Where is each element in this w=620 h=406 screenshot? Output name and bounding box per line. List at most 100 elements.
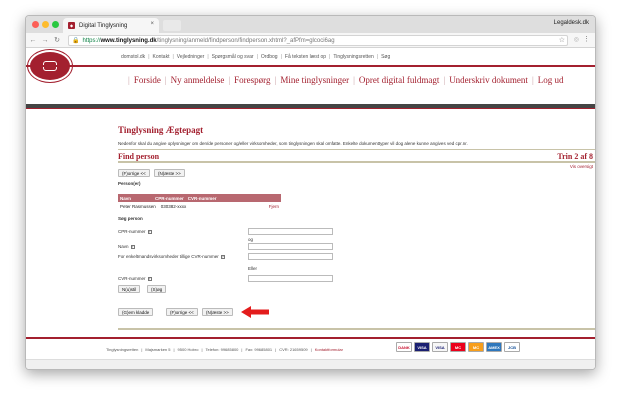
dankort-icon: DANK — [396, 342, 412, 352]
payment-cards: DANK VISA VISA MC MC AMEX JCB — [396, 342, 520, 352]
persons-heading: Person(er) — [118, 181, 141, 186]
info-icon[interactable]: ? — [147, 230, 152, 234]
favicon-icon: ◆ — [68, 22, 75, 29]
nav-divider-red — [26, 108, 595, 109]
header-divider — [26, 65, 595, 67]
cvr-label: CVR-nummer? — [118, 276, 152, 281]
footer-phone: Telefon: 99685800 — [205, 347, 239, 352]
company-cvr-input[interactable] — [248, 253, 333, 260]
persons-table-header: Navn CPR-nummer CVR-nummer — [118, 194, 281, 202]
toplink-read-aloud[interactable]: Få teksten læst op — [285, 54, 326, 60]
url-host: www.tinglysning.dk — [100, 37, 157, 44]
footer-cvr: CVR: 21659509 — [279, 347, 308, 352]
browser-toolbar: ← → ↻ 🔒 https:// www.tinglysning.dk /tin… — [26, 33, 595, 48]
next-button-bottom[interactable]: (N)æste >> — [202, 308, 233, 316]
url-path: /tinglysning/anmeld/findperson/findperso… — [156, 37, 335, 44]
tab-bar: ◆ Digital Tinglysning × Legaldesk.dk — [26, 16, 595, 33]
search-button[interactable]: (S)øg — [147, 285, 167, 293]
contact-form-link[interactable]: Kontaktformular — [315, 347, 343, 352]
info-icon[interactable]: ? — [130, 245, 135, 249]
extension-icon[interactable]: ◎ — [574, 36, 579, 43]
person-name: Peter Rasmussen — [120, 204, 156, 209]
toplink-ordbog[interactable]: Ordbog — [261, 54, 278, 60]
footer-contact-info: Tinglysningsretten | Majsmarken 5 | 9500 H… — [106, 347, 343, 352]
top-links: domstol.dk | Kontakt | Vejledninger | Spørg… — [121, 54, 391, 60]
page-title: Tinglysning Ægtepagt — [118, 125, 204, 135]
search-heading: Søg person — [118, 216, 143, 221]
prev-button-bottom[interactable]: (F)orrige << — [166, 308, 198, 316]
remove-person-link[interactable]: Fjern — [269, 204, 279, 209]
company-cvr-label: For enkeltmandsvirksomheder tillige CVR-… — [118, 254, 225, 259]
zoom-window-button[interactable] — [52, 21, 59, 28]
persons-table: Navn CPR-nummer CVR-nummer Peter Rasmuss… — [118, 194, 281, 211]
close-window-button[interactable] — [32, 21, 39, 28]
menu-dots-icon[interactable]: ⋮ — [583, 35, 590, 43]
nav-mine-tinglysninger[interactable]: Mine tinglysninger — [280, 75, 349, 85]
prev-button[interactable]: (F)orrige << — [118, 169, 150, 177]
toplink-search[interactable]: Søg — [381, 54, 390, 60]
section-divider-2 — [118, 161, 595, 163]
section-title: Find person — [118, 152, 160, 161]
maestro-icon: MC — [468, 342, 484, 352]
col-cpr: CPR-nummer — [155, 195, 184, 201]
name-input[interactable] — [248, 243, 333, 250]
info-icon[interactable]: ? — [220, 255, 225, 259]
save-draft-button[interactable]: (G)em kladde — [118, 308, 154, 316]
address-bar[interactable]: 🔒 https:// www.tinglysning.dk /tinglysni… — [68, 35, 568, 46]
table-row: Peter Rasmussen 030382-xxxx Fjern — [118, 202, 281, 211]
overview-link[interactable]: Vis oversigt — [570, 164, 593, 169]
toplink-domstol[interactable]: domstol.dk — [121, 54, 145, 60]
col-name: Navn — [120, 195, 132, 201]
step-indicator: Trin 2 af 8 — [557, 152, 593, 161]
next-button[interactable]: (N)æste >> — [154, 169, 185, 177]
browser-window: ◆ Digital Tinglysning × Legaldesk.dk ← →… — [25, 15, 596, 370]
mastercard-icon: MC — [450, 342, 466, 352]
bookmark-star-icon[interactable]: ☆ — [559, 36, 565, 44]
toplink-vejledninger[interactable]: Vejledninger — [177, 54, 205, 60]
amex-icon: AMEX — [486, 342, 502, 352]
url-scheme: https:// — [82, 37, 101, 44]
forward-icon[interactable]: → — [40, 37, 50, 44]
main-nav: | Forside | Ny anmeldelse | Forespørg | Mine… — [128, 75, 564, 85]
tab-close-icon[interactable]: × — [150, 21, 154, 27]
nav-opret-fuldmagt[interactable]: Opret digital fuldmagt — [359, 75, 439, 85]
back-icon[interactable]: ← — [28, 37, 38, 44]
toplink-faq[interactable]: Spørgsmål og svar — [212, 54, 254, 60]
footer-city: 9500 Hobro — [177, 347, 199, 352]
or-text: og — [248, 237, 254, 242]
nav-ny-anmeldelse[interactable]: Ny anmeldelse — [171, 75, 225, 85]
reload-icon[interactable]: ↻ — [52, 36, 62, 44]
visa-icon: VISA — [414, 342, 430, 352]
new-tab-button[interactable] — [163, 20, 181, 31]
nav-forside[interactable]: Forside — [134, 75, 161, 85]
cvr-input[interactable] — [248, 275, 333, 282]
page-description: Nedenfor skal du angive oplysninger om d… — [118, 141, 468, 146]
cpr-label: CPR-nummer? — [118, 229, 152, 234]
red-arrow-icon — [241, 306, 269, 318]
nav-underskriv[interactable]: Underskriv dokument — [449, 75, 528, 85]
toplink-kontakt[interactable]: Kontakt — [153, 54, 170, 60]
profile-name[interactable]: Legaldesk.dk — [554, 20, 589, 26]
footer-bottom — [26, 359, 595, 369]
browser-tab[interactable]: ◆ Digital Tinglysning × — [63, 18, 159, 33]
minimize-window-button[interactable] — [42, 21, 49, 28]
jcb-icon: JCB — [504, 342, 520, 352]
clear-button[interactable]: N(u)stil — [118, 285, 141, 293]
person-cpr: 030382-xxxx — [160, 204, 187, 209]
section-divider — [118, 149, 595, 150]
cpr-input[interactable] — [248, 228, 333, 235]
web-page: domstol.dk | Kontakt | Vejledninger | Spørg… — [26, 48, 595, 369]
footer-fax: Fax: 99685801 — [245, 347, 273, 352]
bottom-divider — [118, 328, 595, 330]
tab-title: Digital Tinglysning — [79, 22, 128, 29]
toplink-court[interactable]: Tinglysningsretten — [333, 54, 373, 60]
nav-log-ud[interactable]: Log ud — [538, 75, 564, 85]
col-cvr: CVR-nummer — [187, 195, 217, 201]
or-text-2: Eller — [248, 266, 258, 271]
lock-icon: 🔒 — [72, 38, 80, 44]
footer-court: Tinglysningsretten — [106, 347, 139, 352]
name-label: Navn? — [118, 244, 135, 249]
info-icon[interactable]: ? — [147, 277, 152, 281]
visa-electron-icon: VISA — [432, 342, 448, 352]
nav-forespoerg[interactable]: Forespørg — [234, 75, 270, 85]
